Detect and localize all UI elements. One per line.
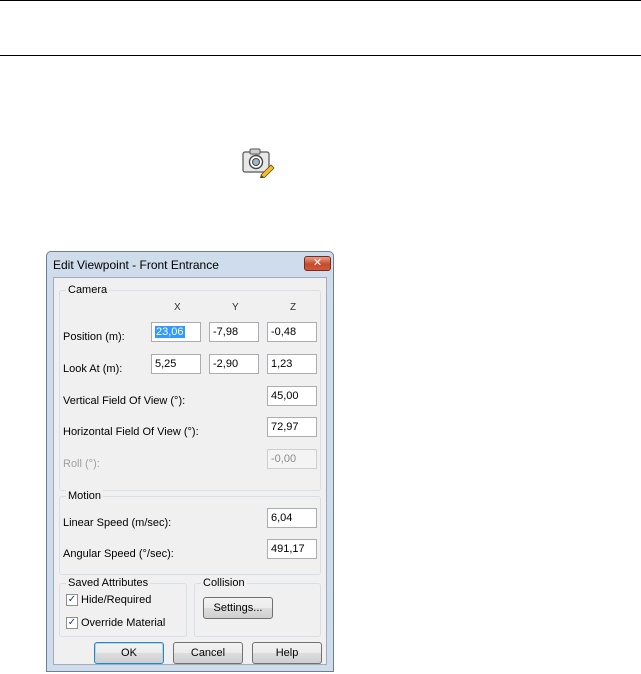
edit-viewpoint-dialog: Edit Viewpoint - Front Entrance ✕ Camera… xyxy=(46,251,334,672)
column-header-x: X xyxy=(174,302,181,313)
vertical-fov-label: Vertical Field Of View (°): xyxy=(63,395,186,407)
header-rule xyxy=(0,55,641,56)
collision-legend: Collision xyxy=(201,577,247,589)
look-at-z-field[interactable]: 1,23 xyxy=(267,354,317,374)
top-rule xyxy=(0,0,641,1)
position-x-field[interactable]: 23,06 xyxy=(151,322,201,342)
linear-speed-label: Linear Speed (m/sec): xyxy=(63,517,172,529)
hide-required-check-icon: ✓ xyxy=(67,594,77,605)
position-z-field[interactable]: -0,48 xyxy=(267,322,317,342)
override-material-check-icon: ✓ xyxy=(67,617,77,628)
camera-legend: Camera xyxy=(66,284,110,296)
collision-settings-button[interactable]: Settings... xyxy=(203,597,273,619)
roll-field: -0,00 xyxy=(267,449,317,469)
override-material-checkbox[interactable]: ✓ xyxy=(66,617,78,629)
dialog-titlebar[interactable]: Edit Viewpoint - Front Entrance ✕ xyxy=(47,252,333,277)
hide-required-label[interactable]: Hide/Required xyxy=(81,594,151,606)
horizontal-fov-field[interactable]: 72,97 xyxy=(267,417,317,437)
cancel-button[interactable]: Cancel xyxy=(173,642,243,664)
dialog-title: Edit Viewpoint - Front Entrance xyxy=(53,258,219,272)
override-material-label[interactable]: Override Material xyxy=(81,617,165,629)
horizontal-fov-label: Horizontal Field Of View (°): xyxy=(63,426,199,438)
look-at-label: Look At (m): xyxy=(63,363,123,375)
column-header-y: Y xyxy=(232,302,239,313)
motion-legend: Motion xyxy=(66,490,104,502)
dialog-body: Camera X Y Z Position (m): 23,06 -7,98 -… xyxy=(53,277,327,665)
linear-speed-field[interactable]: 6,04 xyxy=(267,508,317,528)
saved-attributes-group: Saved Attributes ✓ Hide/Required ✓ Overr… xyxy=(59,577,187,637)
look-at-x-field[interactable]: 5,25 xyxy=(151,354,201,374)
vertical-fov-field[interactable]: 45,00 xyxy=(267,386,317,406)
column-header-z: Z xyxy=(290,302,297,313)
collision-group: Collision Settings... xyxy=(194,577,321,637)
angular-speed-label: Angular Speed (°/sec): xyxy=(63,548,174,560)
motion-group: Motion Linear Speed (m/sec): 6,04 Angula… xyxy=(59,490,321,575)
hide-required-checkbox[interactable]: ✓ xyxy=(66,594,78,606)
look-at-y-field[interactable]: -2,90 xyxy=(209,354,259,374)
position-x-value: 23,06 xyxy=(155,326,185,338)
close-button[interactable]: ✕ xyxy=(304,256,331,271)
close-icon: ✕ xyxy=(312,257,323,269)
position-label: Position (m): xyxy=(63,331,125,343)
angular-speed-field[interactable]: 491,17 xyxy=(267,539,317,559)
camera-edit-icon xyxy=(241,146,275,179)
roll-label: Roll (°): xyxy=(63,458,100,470)
position-y-field[interactable]: -7,98 xyxy=(209,322,259,342)
camera-group: Camera X Y Z Position (m): 23,06 -7,98 -… xyxy=(59,284,321,491)
saved-attributes-legend: Saved Attributes xyxy=(66,577,151,589)
help-button[interactable]: Help xyxy=(252,642,322,664)
ok-button[interactable]: OK xyxy=(94,642,164,664)
